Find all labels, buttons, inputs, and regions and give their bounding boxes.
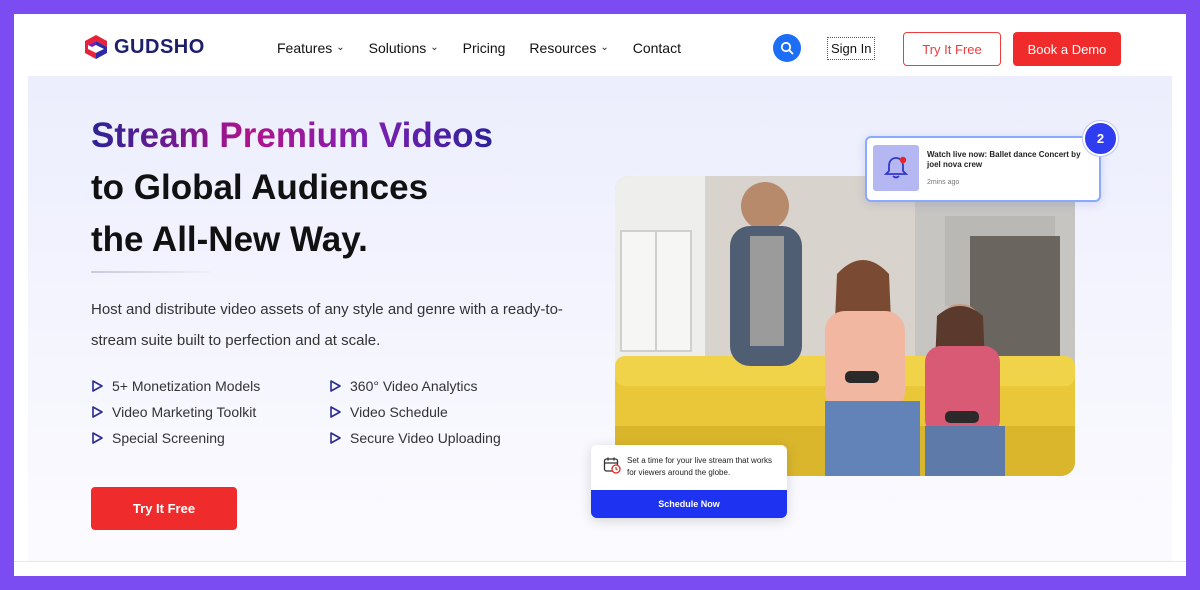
feature-label: Video Marketing Toolkit bbox=[112, 404, 257, 420]
bell-icon bbox=[883, 156, 909, 179]
feature-list: 5+ Monetization Models 360° Video Analyt… bbox=[91, 378, 551, 446]
calendar-clock-icon bbox=[603, 457, 621, 474]
play-triangle-icon bbox=[92, 406, 103, 418]
nav-pricing-label: Pricing bbox=[462, 40, 506, 56]
family-gaming-illustration bbox=[615, 176, 1075, 476]
schedule-card-text: Set a time for your live stream that wor… bbox=[627, 456, 772, 477]
notification-count-badge: 2 bbox=[1083, 121, 1118, 156]
try-free-hero-button[interactable]: Try It Free bbox=[91, 487, 237, 530]
live-notification-card[interactable]: Watch live now: Ballet dance Concert by … bbox=[865, 136, 1101, 202]
nav-solutions-label: Solutions bbox=[368, 40, 427, 56]
try-free-header-button[interactable]: Try It Free bbox=[903, 32, 1001, 66]
feature-label: Video Schedule bbox=[350, 404, 448, 420]
search-icon bbox=[780, 41, 794, 55]
feature-label: Secure Video Uploading bbox=[350, 430, 501, 446]
feature-label: 360° Video Analytics bbox=[350, 378, 478, 394]
search-button[interactable] bbox=[773, 34, 801, 62]
notification-icon-box bbox=[873, 145, 919, 191]
schedule-now-button[interactable]: Schedule Now bbox=[591, 490, 787, 518]
play-triangle-icon bbox=[92, 380, 103, 392]
chevron-down-icon: ⌄ bbox=[600, 41, 609, 53]
nav-features-label: Features bbox=[277, 40, 333, 56]
play-triangle-icon bbox=[92, 432, 103, 444]
nav-contact[interactable]: Contact bbox=[633, 40, 681, 56]
hero-headline: Stream Premium Videos to Global Audience… bbox=[91, 110, 493, 266]
hero-photo bbox=[615, 176, 1075, 476]
feature-item: Video Schedule bbox=[329, 404, 549, 420]
hero-headline-line3: the All-New Way. bbox=[91, 220, 368, 259]
feature-item: Special Screening bbox=[91, 430, 329, 446]
hero-headline-line1: Stream Premium Videos bbox=[91, 110, 493, 162]
hero-description: Host and distribute video assets of any … bbox=[91, 301, 563, 349]
hero-headline-line2: to Global Audiences bbox=[91, 168, 429, 207]
feature-label: 5+ Monetization Models bbox=[112, 378, 261, 394]
nav-features[interactable]: Features ⌄ bbox=[277, 40, 345, 56]
brand-logo[interactable]: GUDSHO bbox=[84, 34, 205, 60]
play-triangle-icon bbox=[330, 380, 341, 392]
feature-item: 360° Video Analytics bbox=[329, 378, 549, 394]
site-header: GUDSHO Features ⌄ Solutions ⌄ Pricing Re… bbox=[14, 14, 1186, 78]
feature-item: Video Marketing Toolkit bbox=[91, 404, 329, 420]
book-demo-button[interactable]: Book a Demo bbox=[1013, 32, 1121, 66]
gudsho-logo-icon bbox=[85, 35, 107, 59]
chevron-down-icon: ⌄ bbox=[336, 41, 345, 53]
nav-resources[interactable]: Resources ⌄ bbox=[529, 40, 608, 56]
page-frame: GUDSHO Features ⌄ Solutions ⌄ Pricing Re… bbox=[14, 14, 1186, 576]
notification-time: 2mins ago bbox=[927, 179, 960, 186]
nav-solutions[interactable]: Solutions ⌄ bbox=[369, 40, 439, 56]
feature-item: 5+ Monetization Models bbox=[91, 378, 329, 394]
brand-name: GUDSHO bbox=[114, 35, 205, 58]
section-divider bbox=[14, 561, 1186, 562]
headline-divider bbox=[91, 271, 211, 273]
main-nav: Features ⌄ Solutions ⌄ Pricing Resources… bbox=[277, 40, 681, 56]
feature-item: Secure Video Uploading bbox=[329, 430, 549, 446]
nav-resources-label: Resources bbox=[529, 40, 597, 56]
play-triangle-icon bbox=[330, 406, 341, 418]
sign-in-link[interactable]: Sign In bbox=[827, 37, 876, 60]
chevron-down-icon: ⌄ bbox=[430, 41, 439, 53]
play-triangle-icon bbox=[330, 432, 341, 444]
feature-label: Special Screening bbox=[112, 430, 225, 446]
nav-contact-label: Contact bbox=[632, 40, 681, 56]
schedule-card: Set a time for your live stream that wor… bbox=[591, 445, 787, 518]
notification-title: Watch live now: Ballet dance Concert by … bbox=[927, 150, 1081, 169]
nav-pricing[interactable]: Pricing bbox=[463, 40, 506, 56]
